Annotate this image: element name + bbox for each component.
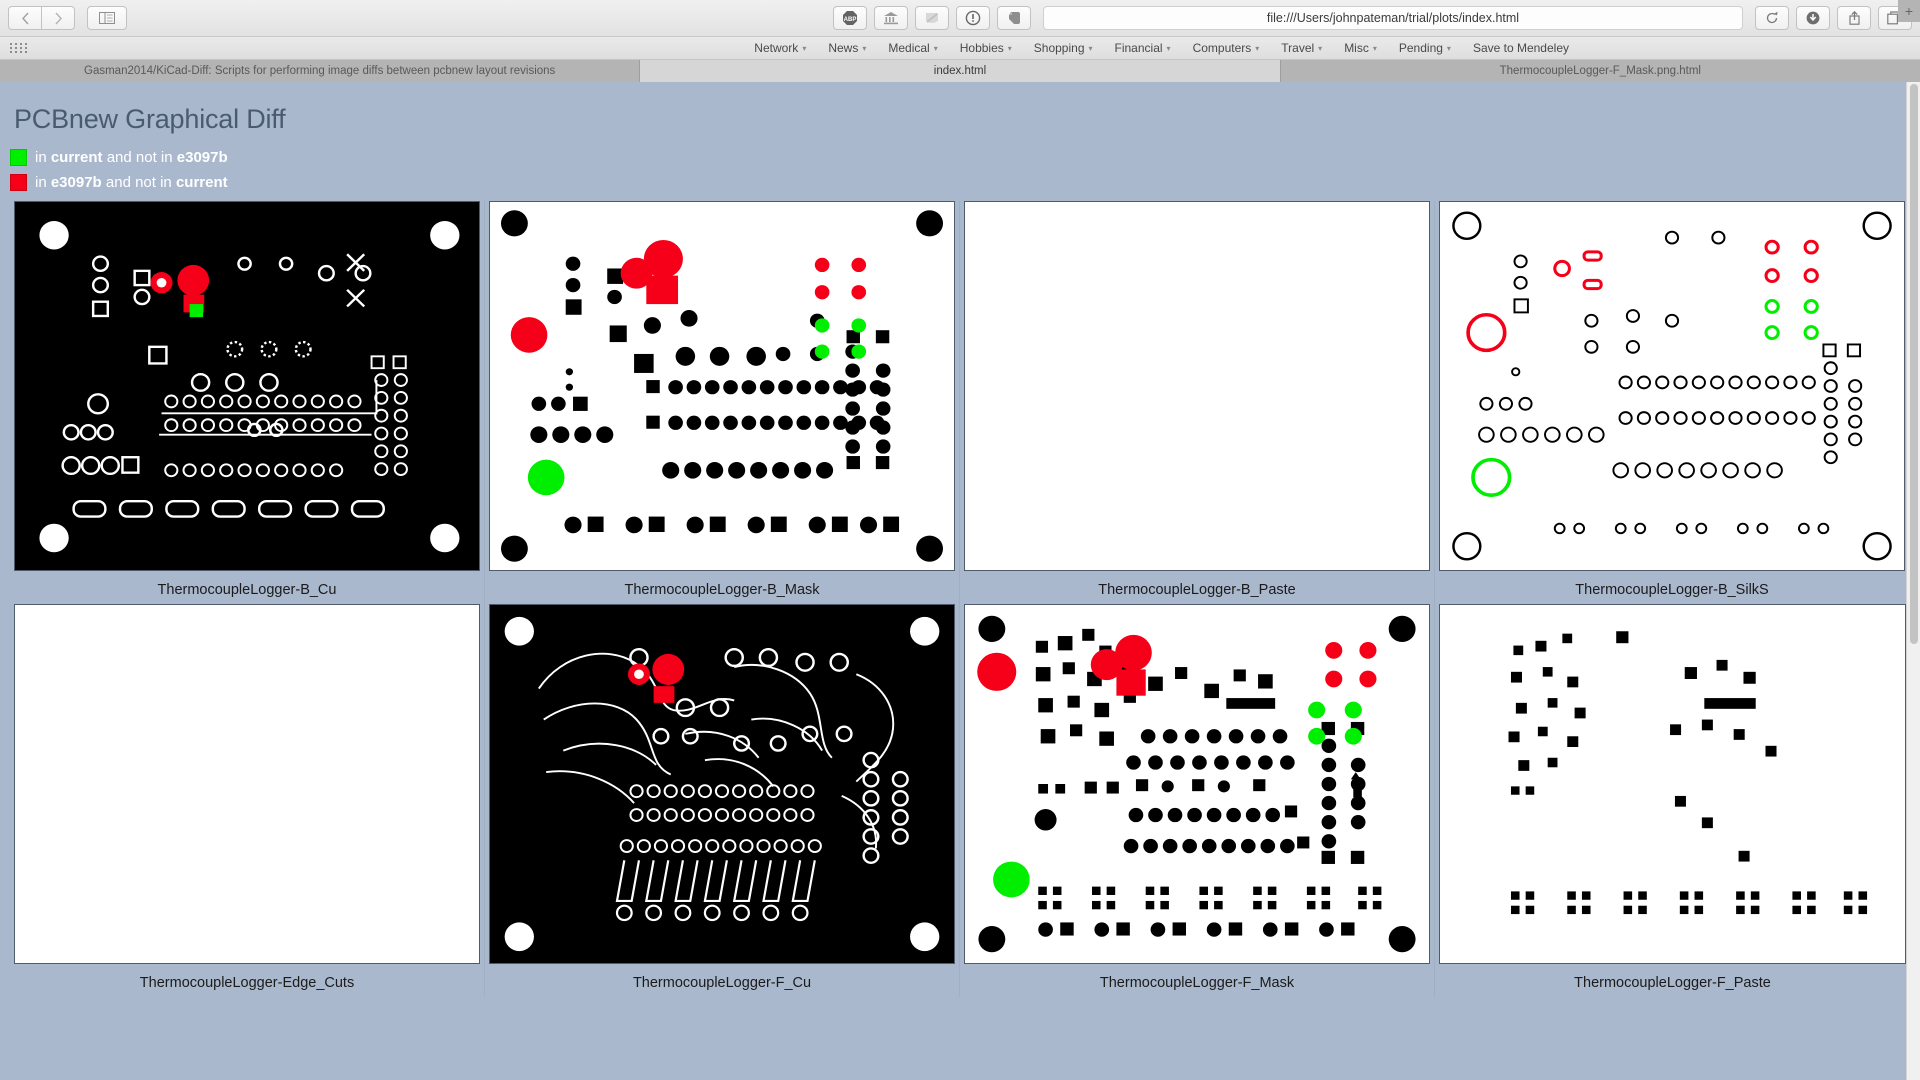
browser-toolbar: ABP file:///Users/johnpateman/trial/plot… <box>0 0 1920 37</box>
bookmark-folder-computers[interactable]: Computers ▾ <box>1182 41 1271 55</box>
downloads-button[interactable] <box>1796 6 1830 30</box>
bookmark-label: Shopping <box>1033 41 1085 55</box>
chevron-down-icon: ▾ <box>1372 43 1377 53</box>
adblock-plus-icon[interactable]: ABP <box>833 6 867 30</box>
forward-button[interactable] <box>41 6 75 30</box>
legend-text-added: in current and not in e3097b <box>35 149 228 166</box>
tab-f-mask-png-html[interactable]: ThermocoupleLogger-F_Mask.png.html <box>1280 60 1920 82</box>
chevron-down-icon: ▾ <box>862 43 867 53</box>
layer-card-b-cu[interactable]: ThermocoupleLogger-B_Cu <box>10 201 485 604</box>
layer-card-b-silks[interactable]: ThermocoupleLogger-B_SilkS <box>1435 201 1910 604</box>
evernote-icon[interactable] <box>997 6 1031 30</box>
chevron-down-icon: ▾ <box>1166 43 1171 53</box>
layer-caption: ThermocoupleLogger-B_Mask <box>624 582 820 598</box>
bookmark-label: Save to Mendeley <box>1472 41 1569 55</box>
reload-button[interactable] <box>1755 6 1789 30</box>
extension-button-group: ABP <box>833 6 1031 30</box>
layer-card-edge-cuts[interactable]: ThermocoupleLogger-Edge_Cuts <box>10 604 485 997</box>
layer-caption: ThermocoupleLogger-F_Cu <box>632 975 812 991</box>
vertical-scrollbar[interactable] <box>1906 82 1920 1080</box>
share-button[interactable] <box>1837 6 1871 30</box>
bookmark-label: Network <box>754 41 799 55</box>
layer-image-b-paste[interactable] <box>964 201 1430 571</box>
address-bar-text: file:///Users/johnpateman/trial/plots/in… <box>1266 11 1520 25</box>
svg-text:ABP: ABP <box>844 17 857 23</box>
bookmark-label: News <box>828 41 859 55</box>
legend-text-removed: in e3097b and not in current <box>35 174 228 191</box>
legend-swatch-red <box>10 174 27 191</box>
layer-caption: ThermocoupleLogger-B_SilkS <box>1575 582 1769 598</box>
browser-chrome: ABP file:///Users/johnpateman/trial/plot… <box>0 0 1920 82</box>
tab-title: ThermocoupleLogger-F_Mask.png.html <box>1499 65 1701 77</box>
bookmark-save-to-mendeley[interactable]: Save to Mendeley <box>1462 41 1580 55</box>
tab-title: Gasman2014/KiCad-Diff: Scripts for perfo… <box>84 65 556 77</box>
chevron-down-icon: ▾ <box>1446 43 1451 53</box>
bookmarks-bar: Network ▾ News ▾ Medical ▾ Hobbies ▾ Shoppin… <box>0 37 1920 60</box>
tab-github-kicad-diff[interactable]: Gasman2014/KiCad-Diff: Scripts for perfo… <box>0 60 641 82</box>
bookmark-folder-news[interactable]: News ▾ <box>817 41 877 55</box>
legend-row-added: in current and not in e3097b <box>0 145 1920 170</box>
layer-caption: ThermocoupleLogger-B_Paste <box>1098 582 1296 598</box>
layer-caption: ThermocoupleLogger-Edge_Cuts <box>139 975 355 991</box>
layer-card-f-mask[interactable]: ThermocoupleLogger-F_Mask <box>960 604 1435 997</box>
new-tab-button[interactable]: + <box>1898 0 1920 22</box>
bookmark-label: Medical <box>888 41 930 55</box>
apps-grid-icon[interactable] <box>10 43 28 53</box>
legend-row-removed: in e3097b and not in current <box>0 170 1920 195</box>
disabled-extension-icon[interactable] <box>915 6 949 30</box>
bookmark-label: Misc <box>1344 41 1369 55</box>
tab-index-html[interactable]: index.html <box>640 60 1281 82</box>
layer-image-b-mask[interactable] <box>489 201 955 571</box>
bookmark-folder-network[interactable]: Network ▾ <box>743 41 817 55</box>
chevron-down-icon: ▾ <box>1318 43 1323 53</box>
bookmark-folder-shopping[interactable]: Shopping ▾ <box>1023 41 1104 55</box>
bank-icon[interactable] <box>874 6 908 30</box>
chevron-down-icon: ▾ <box>802 43 807 53</box>
vertical-scrollbar-thumb[interactable] <box>1910 84 1918 644</box>
tab-title: index.html <box>933 65 987 77</box>
layer-card-b-paste[interactable]: ThermocoupleLogger-B_Paste <box>960 201 1435 604</box>
bookmark-label: Computers <box>1192 41 1252 55</box>
layer-caption: ThermocoupleLogger-F_Mask <box>1099 975 1295 991</box>
nav-button-group <box>8 6 75 30</box>
bookmark-folder-medical[interactable]: Medical ▾ <box>877 41 948 55</box>
layer-card-f-cu[interactable]: ThermocoupleLogger-F_Cu <box>485 604 960 997</box>
bookmark-folder-misc[interactable]: Misc ▾ <box>1333 41 1388 55</box>
layer-image-edge-cuts[interactable] <box>14 604 480 964</box>
layer-caption: ThermocoupleLogger-B_Cu <box>157 582 337 598</box>
tab-bar: Gasman2014/KiCad-Diff: Scripts for perfo… <box>0 0 1920 82</box>
bookmark-label: Financial <box>1114 41 1163 55</box>
sidebar-toggle-button[interactable] <box>87 6 127 30</box>
page-content: PCBnew Graphical Diff in current and not… <box>0 82 1920 1080</box>
back-button[interactable] <box>8 6 42 30</box>
bookmark-label: Pending <box>1398 41 1443 55</box>
layer-caption: ThermocoupleLogger-F_Paste <box>1574 975 1771 991</box>
bookmark-label: Travel <box>1281 41 1315 55</box>
chevron-down-icon: ▾ <box>1255 43 1260 53</box>
layer-image-b-silks[interactable] <box>1439 201 1905 571</box>
toolbar-actions <box>1755 6 1912 30</box>
address-bar[interactable]: file:///Users/johnpateman/trial/plots/in… <box>1043 6 1743 30</box>
bookmark-folder-financial[interactable]: Financial ▾ <box>1104 41 1182 55</box>
chevron-down-icon: ▾ <box>933 43 938 53</box>
page-title: PCBnew Graphical Diff <box>14 104 286 134</box>
bookmark-folder-travel[interactable]: Travel ▾ <box>1270 41 1333 55</box>
layer-image-f-mask[interactable] <box>964 604 1430 964</box>
bookmark-folder-pending[interactable]: Pending ▾ <box>1388 41 1462 55</box>
layer-grid: ThermocoupleLogger-B_Cu ThermocoupleLogg… <box>0 201 1920 997</box>
layer-image-f-paste[interactable] <box>1439 604 1906 964</box>
layer-image-b-cu[interactable] <box>14 201 480 571</box>
new-tab-label: + <box>1904 3 1914 19</box>
legend-swatch-green <box>10 149 27 166</box>
layer-image-f-cu[interactable] <box>489 604 955 964</box>
bookmark-label: Hobbies <box>959 41 1004 55</box>
chevron-down-icon: ▾ <box>1088 43 1093 53</box>
onepassword-icon[interactable] <box>956 6 990 30</box>
bookmark-folder-hobbies[interactable]: Hobbies ▾ <box>949 41 1023 55</box>
layer-card-b-mask[interactable]: ThermocoupleLogger-B_Mask <box>485 201 960 604</box>
layer-card-f-paste[interactable]: ThermocoupleLogger-F_Paste <box>1435 604 1910 997</box>
chevron-down-icon: ▾ <box>1007 43 1012 53</box>
